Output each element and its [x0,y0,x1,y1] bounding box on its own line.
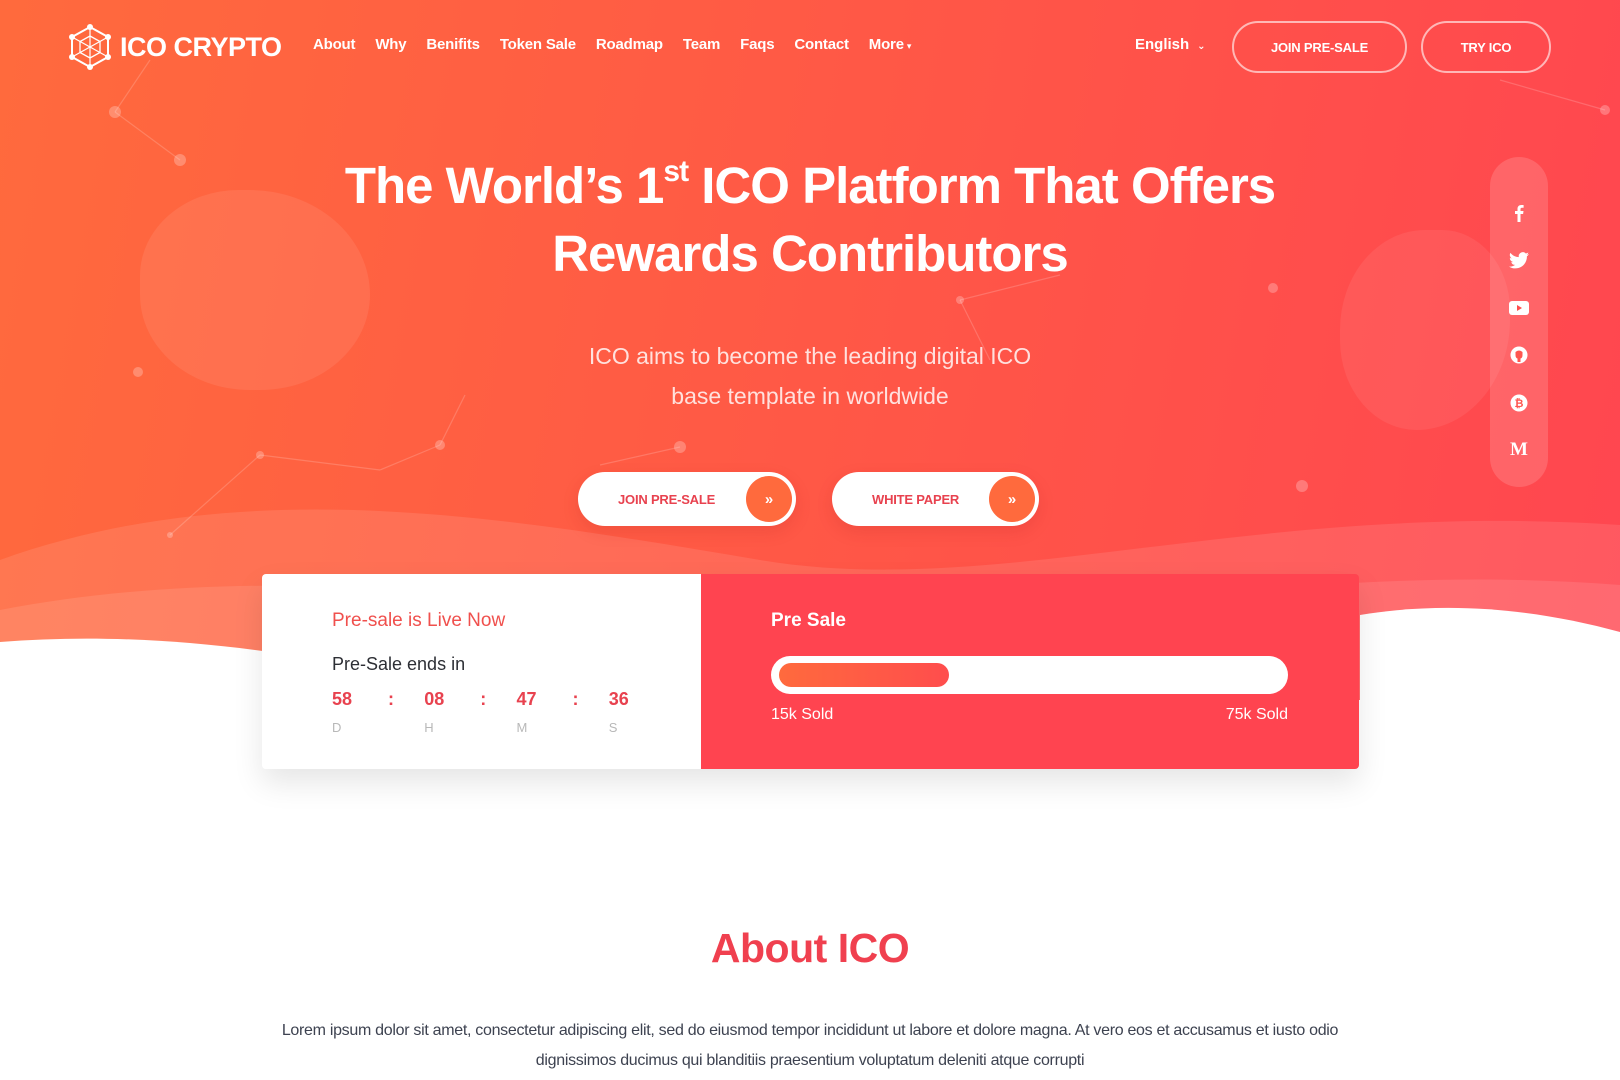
sold-label: 15k Sold [771,706,834,723]
progress-labels: 15k Sold 75k Sold [771,706,1288,724]
twitter-icon[interactable] [1508,237,1530,285]
nav-team[interactable]: Team [683,36,720,53]
language-label: English [1135,36,1190,53]
presale-live-title: Pre-sale is Live Now [332,610,506,631]
headline-line2: Rewards Contributors [552,225,1069,282]
countdown-minutes: 47 : M [517,689,609,735]
countdown-seconds: 36 S [609,689,701,735]
white-paper-cta-button[interactable]: WHITE PAPER » [832,472,1039,526]
main-menu: About Why Benifits Token Sale Roadmap Te… [313,36,911,53]
cta-join-label: JOIN PRE-SALE [618,491,716,507]
presale-progress-bar [771,656,1288,694]
hexagon-network-logo-icon [69,24,111,70]
days-label: D [332,720,342,735]
countdown-timer: 58 : D 08 : H 47 : M 36 S [332,689,701,735]
hours-value: 08 [424,689,445,709]
medium-glyph: M [1510,439,1528,461]
nav-roadmap[interactable]: Roadmap [596,36,663,53]
nav-why[interactable]: Why [375,36,406,53]
headline-superscript: st [663,155,689,188]
subline-line2: base template in worldwide [671,383,949,409]
nav-contact[interactable]: Contact [794,36,849,53]
medium-icon[interactable]: M [1508,427,1530,475]
seconds-value: 36 [608,689,629,709]
countdown-panel: Pre-sale is Live Now Pre-Sale ends in 58… [262,574,701,769]
double-chevron-right-icon: » [746,476,792,522]
minutes-value: 47 [516,689,537,709]
timer-separator: : [572,689,579,709]
language-selector[interactable]: English ⌄ [1135,36,1206,53]
seconds-label: S [608,720,618,735]
join-presale-nav-button[interactable]: JOIN PRE-SALE [1232,21,1407,73]
headline-part2: ICO Platform That Offers [688,157,1276,214]
cta-paper-label: WHITE PAPER [872,491,960,507]
countdown-hours: 08 : H [424,689,516,735]
hero-subline: ICO aims to become the leading digital I… [0,336,1620,416]
timer-separator: : [480,689,487,709]
hours-label: H [424,720,434,735]
headline-part1: The World’s 1 [344,157,665,214]
nav-token-sale[interactable]: Token Sale [500,36,576,53]
top-navigation: ICO CRYPTO About Why Benifits Token Sale… [0,0,1620,94]
nav-more-label: More [868,36,904,53]
total-label: 75k Sold [1225,706,1288,723]
presale-card: Pre-sale is Live Now Pre-Sale ends in 58… [262,574,1359,769]
hero-headline: The World’s 1st ICO Platform That Offers… [0,152,1620,288]
facebook-icon[interactable] [1508,189,1530,237]
social-links-bar: ₿ M [1490,157,1548,487]
github-icon[interactable] [1508,332,1530,380]
nav-about[interactable]: About [313,36,356,53]
presale-ends-label: Pre-Sale ends in [332,654,466,674]
bitcoin-icon[interactable]: ₿ [1508,379,1530,427]
youtube-icon[interactable] [1508,284,1530,332]
presale-progress-fill [779,663,950,687]
presale-progress-panel: Pre Sale 15k Sold 75k Sold [701,574,1359,769]
nav-more-dropdown[interactable]: More ▾ [868,36,912,53]
days-value: 58 [332,689,353,709]
caret-down-icon: ▾ [906,41,912,51]
minutes-label: M [516,720,528,735]
brand-logo[interactable]: ICO CRYPTO [68,24,282,70]
chevron-down-icon: ⌄ [1197,41,1206,52]
countdown-days: 58 : D [332,689,424,735]
about-section-text: Lorem ipsum dolor sit amet, consectetur … [281,1022,1339,1069]
svg-text:₿: ₿ [1515,397,1524,410]
brand-name: ICO CRYPTO [120,31,282,62]
double-chevron-right-icon: » [989,476,1035,522]
try-ico-button[interactable]: TRY ICO [1421,21,1551,73]
join-presale-cta-button[interactable]: JOIN PRE-SALE » [578,472,796,526]
nav-faqs[interactable]: Faqs [740,36,774,53]
nav-benifits[interactable]: Benifits [426,36,480,53]
presale-title: Pre Sale [771,610,846,631]
timer-separator: : [388,689,394,709]
subline-line1: ICO aims to become the leading digital I… [588,343,1032,369]
about-section-title: About ICO [710,925,910,971]
